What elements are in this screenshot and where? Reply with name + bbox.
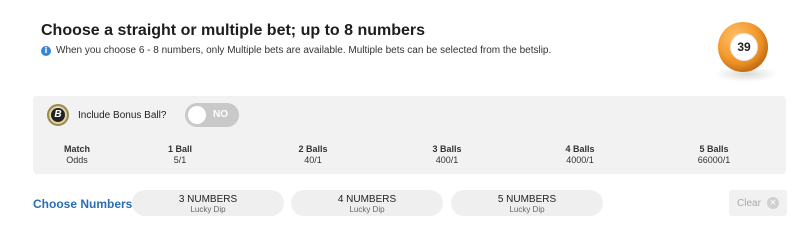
odds-value-match: Odds [66, 155, 88, 165]
bonus-ball-label: Include Bonus Ball? [78, 110, 167, 121]
bonus-ball-icon: B [47, 104, 69, 126]
lucky-dip-5-button[interactable]: 5 NUMBERS Lucky Dip [451, 190, 603, 216]
lucky-dip-4-button[interactable]: 4 NUMBERS Lucky Dip [291, 190, 443, 216]
odds-match-column: Match Odds [37, 144, 117, 166]
ball-number: 39 [730, 33, 758, 61]
odds-value: 5/1 [173, 155, 187, 165]
odds-value: 40/1 [304, 155, 322, 165]
bonus-ball-letter: B [51, 108, 65, 122]
info-icon: i [41, 45, 51, 56]
pick-button-sublabel: Lucky Dip [349, 205, 385, 214]
clear-label: Clear [737, 197, 761, 209]
odds-head: 1 Ball [167, 144, 192, 154]
lucky-dip-3-button[interactable]: 3 NUMBERS Lucky Dip [132, 190, 284, 216]
info-note: i When you choose 6 - 8 numbers, only Mu… [41, 45, 551, 56]
odds-value: 66000/1 [697, 155, 731, 165]
bonus-odds-panel: B Include Bonus Ball? NO Match Odds 1 Ba… [33, 96, 786, 174]
odds-value: 400/1 [435, 155, 459, 165]
close-icon: × [766, 197, 779, 209]
bonus-ball-toggle[interactable]: NO [185, 103, 239, 127]
pick-button-label: 4 NUMBERS [337, 194, 397, 205]
odds-head: 2 Balls [298, 144, 328, 154]
toggle-state: NO [213, 109, 228, 120]
odds-head: 3 Balls [432, 144, 462, 154]
info-text: When you choose 6 - 8 numbers, only Mult… [56, 45, 552, 56]
odds-head: 4 Balls [565, 144, 595, 154]
pick-button-label: 5 NUMBERS [497, 194, 557, 205]
pick-button-sublabel: Lucky Dip [509, 205, 545, 214]
odds-column-1: 1 Ball 5/1 [140, 144, 220, 166]
odds-column-5: 5 Balls 66000/1 [674, 144, 754, 166]
pick-button-label: 3 NUMBERS [178, 194, 238, 205]
pick-button-sublabel: Lucky Dip [190, 205, 226, 214]
odds-value: 4000/1 [566, 155, 594, 165]
clear-button[interactable]: Clear × [729, 190, 787, 216]
lotto-ball: 39 [714, 22, 778, 82]
page-title: Choose a straight or multiple bet; up to… [41, 22, 426, 39]
odds-column-3: 3 Balls 400/1 [407, 144, 487, 166]
odds-column-2: 2 Balls 40/1 [273, 144, 353, 166]
toggle-knob [188, 106, 206, 124]
odds-head-match: Match [63, 144, 90, 154]
odds-column-4: 4 Balls 4000/1 [540, 144, 620, 166]
odds-head: 5 Balls [699, 144, 729, 154]
choose-numbers-link[interactable]: Choose Numbers [33, 197, 132, 211]
